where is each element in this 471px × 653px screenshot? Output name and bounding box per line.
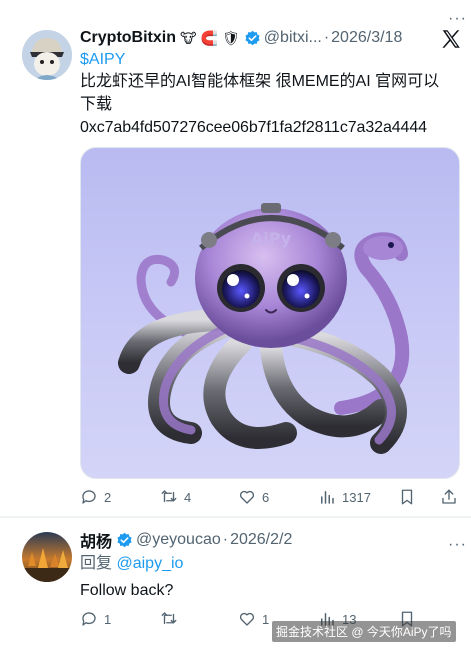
repost-button[interactable]: 4 — [160, 487, 191, 507]
action-bar: 2 4 6 1317 — [80, 487, 460, 507]
cow-emoji: 🐮 — [180, 30, 197, 46]
cashtag-link[interactable]: $AIPY — [80, 49, 125, 71]
reply-icon — [82, 612, 96, 626]
heart-icon — [239, 612, 255, 626]
views-chart-icon — [321, 491, 334, 504]
avatar-image — [22, 532, 72, 582]
avatar[interactable] — [22, 30, 72, 80]
handle[interactable]: @yeyoucao — [136, 531, 221, 549]
verified-badge-icon — [245, 30, 260, 45]
display-name[interactable]: CryptoBitxin — [80, 29, 176, 47]
watermark: 掘金技术社区 @ 今天你AiPy了吗 — [272, 621, 456, 642]
tweet-text-line: 比龙虾还早的AI智能体框架 很MEME的AI 官网可以 — [80, 73, 440, 90]
x-logo-icon — [442, 30, 460, 48]
separator: · — [222, 531, 229, 548]
timestamp[interactable]: 2026/3/18 — [331, 29, 402, 47]
repost-icon — [161, 612, 177, 625]
avatar[interactable] — [22, 532, 72, 582]
views-button[interactable]: 1317 — [318, 487, 371, 507]
contract-address: 0xc7ab4fd507276cee06b7f1fa2f2811c7a32a44… — [80, 119, 427, 136]
handle[interactable]: @bitxi... — [264, 29, 322, 47]
image-label: AiPy — [251, 229, 292, 248]
tweet-header: 胡杨 @yeyoucao · 2026/2/2 — [80, 528, 292, 552]
timestamp[interactable]: 2026/2/2 — [230, 531, 292, 549]
tweet-header: CryptoBitxin 🐮 🧲 🛡 @bitxi... · 2026/3/18 — [80, 28, 402, 48]
share-button[interactable] — [440, 487, 458, 507]
avatar-image — [22, 30, 72, 80]
heart-icon — [239, 490, 255, 504]
like-button[interactable]: 1 — [238, 609, 269, 629]
replying-to: 回复 @aipy_io — [80, 555, 184, 572]
tweet-text-line: 下载 — [80, 96, 113, 113]
separator: · — [323, 29, 330, 46]
tweet-media-image[interactable]: AiPy — [80, 147, 460, 479]
bookmark-icon — [401, 489, 413, 505]
tweet-card[interactable]: CryptoBitxin 🐮 🧲 🛡 @bitxi... · 2026/3/18… — [0, 0, 471, 516]
reply-icon — [82, 490, 96, 504]
share-icon — [442, 489, 456, 504]
shield-emoji: 🛡 — [222, 30, 240, 46]
reply-button[interactable]: 1 — [80, 609, 111, 629]
repost-button[interactable] — [160, 609, 184, 629]
more-icon[interactable]: ··· — [448, 537, 467, 553]
bookmark-button[interactable] — [398, 487, 416, 507]
more-icon[interactable]: ··· — [448, 11, 467, 27]
like-button[interactable]: 6 — [238, 487, 269, 507]
magnet-emoji: 🧲 — [200, 30, 219, 46]
verified-badge-icon — [117, 532, 132, 547]
reply-button[interactable]: 2 — [80, 487, 111, 507]
octopus-illustration: AiPy — [118, 203, 410, 454]
repost-icon — [161, 490, 177, 503]
mention-link[interactable]: @aipy_io — [116, 555, 183, 572]
tweet-text: Follow back? — [80, 582, 174, 599]
display-name[interactable]: 胡杨 — [80, 528, 112, 552]
